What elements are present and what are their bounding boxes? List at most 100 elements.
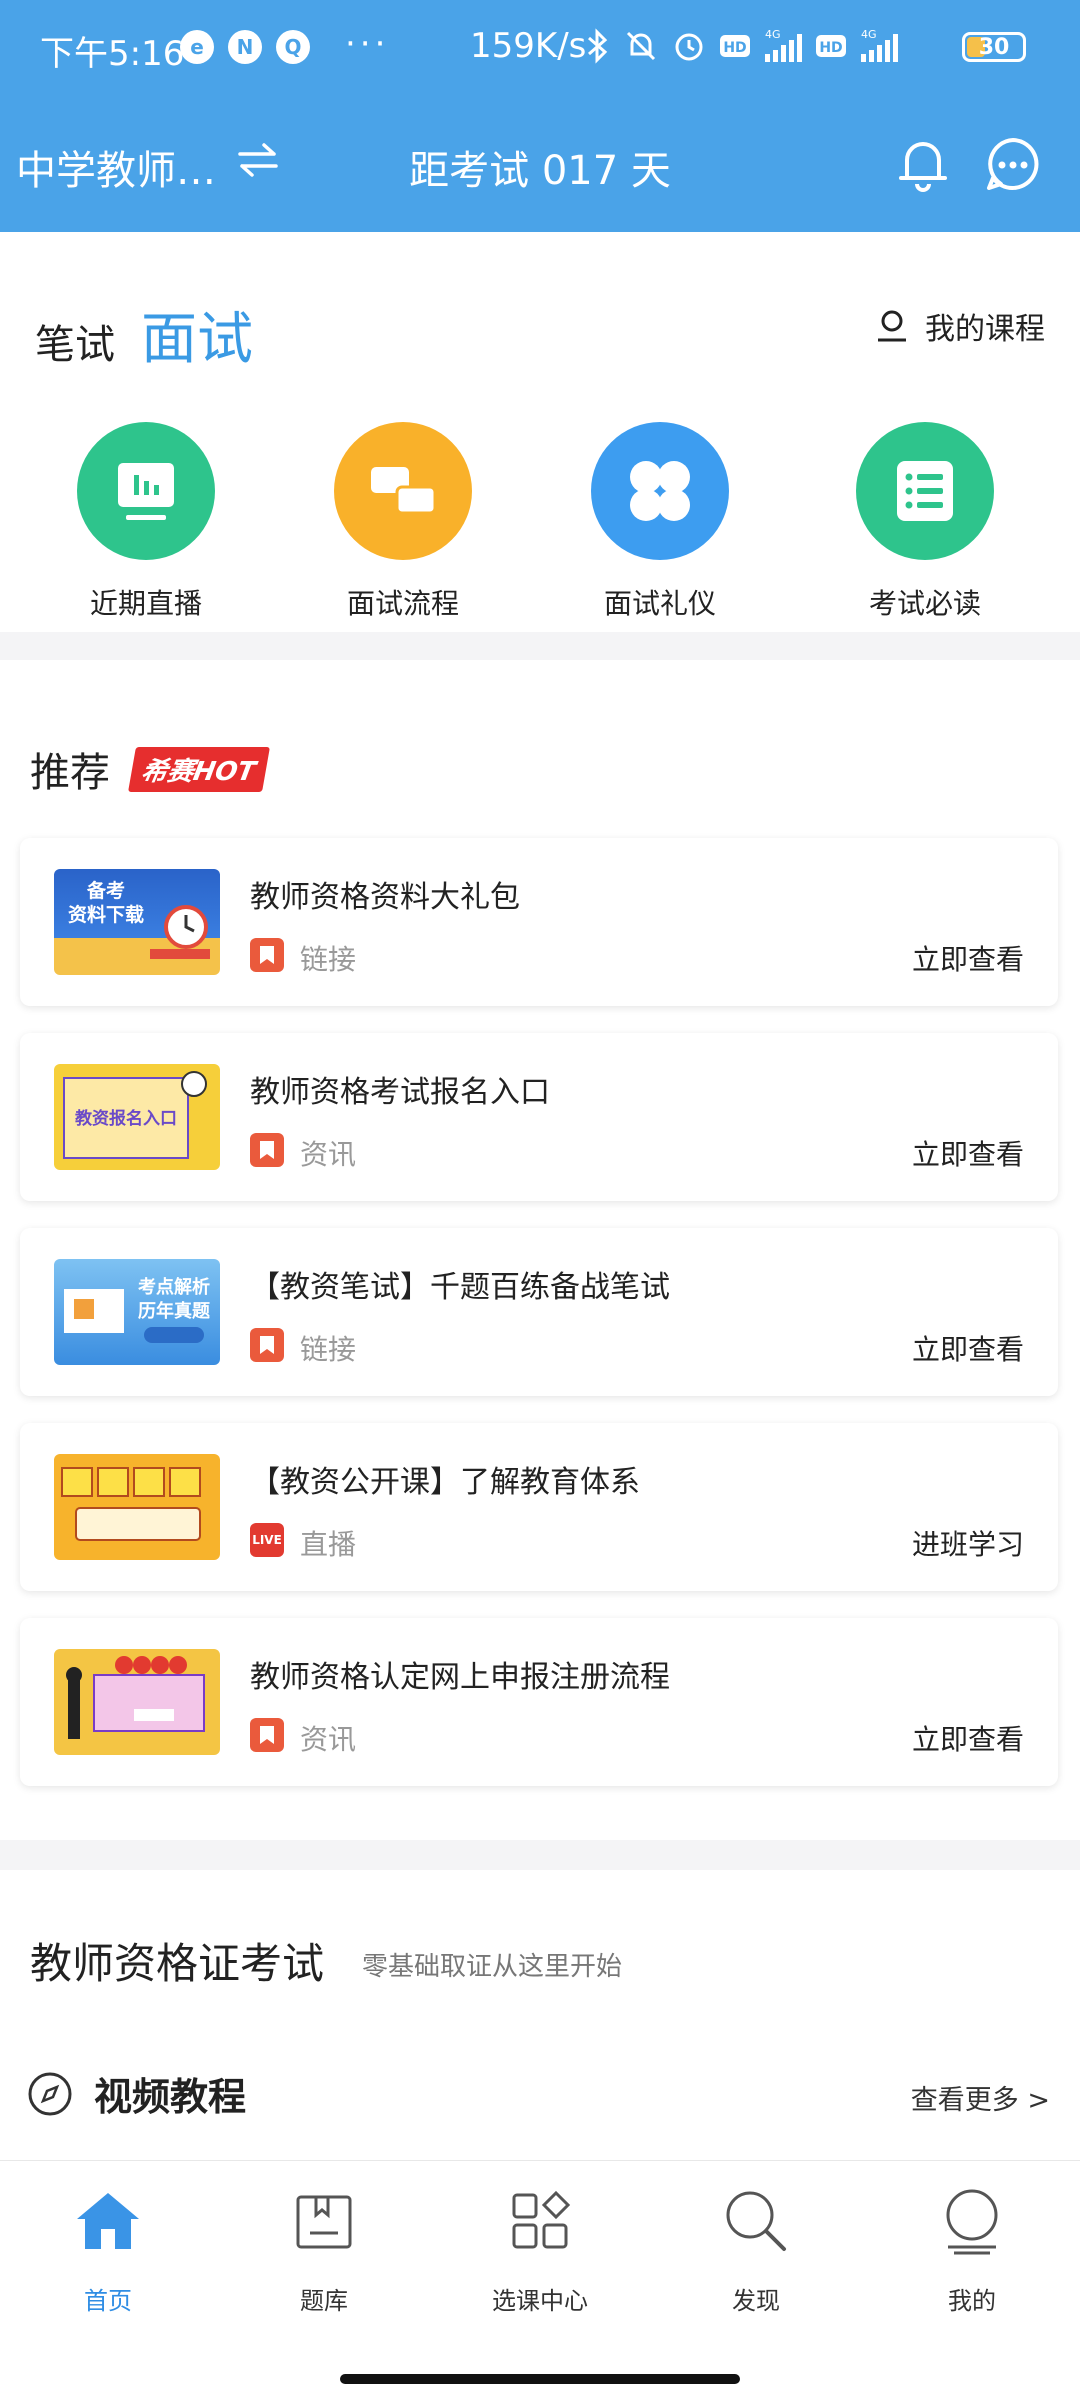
clover-icon bbox=[591, 422, 729, 560]
notification-bell-icon[interactable] bbox=[895, 134, 951, 194]
list-item[interactable]: 教资报名入口 教师资格考试报名入口 资讯 立即查看 bbox=[20, 1033, 1058, 1201]
quick-item-label: 面试礼仪 bbox=[603, 587, 716, 620]
view-now-link[interactable]: 立即查看 bbox=[912, 938, 1024, 978]
list-icon bbox=[856, 422, 994, 560]
svg-text:历年真题: 历年真题 bbox=[138, 1300, 211, 1322]
flow-icon bbox=[334, 422, 472, 560]
signal-icon: 4G bbox=[861, 28, 898, 62]
home-indicator[interactable] bbox=[340, 2374, 740, 2384]
video-tutorial-title: 视频教程 bbox=[94, 2075, 247, 2119]
my-course-button[interactable]: 我的课程 bbox=[875, 304, 1045, 348]
tab-profile[interactable]: 我的 bbox=[864, 2181, 1080, 2316]
quick-item-live[interactable]: 近期直播 bbox=[26, 422, 266, 622]
list-item[interactable]: 备考 资料下载 教师资格资料大礼包 链接 立即查看 bbox=[20, 838, 1058, 1006]
tab-interview[interactable]: 面试 bbox=[141, 294, 253, 375]
thumbnail: 教资报名入口 bbox=[54, 1064, 220, 1170]
bookmark-icon bbox=[250, 1133, 284, 1167]
item-tag: 资讯 bbox=[300, 1723, 357, 1756]
quick-item-label: 面试流程 bbox=[346, 587, 459, 620]
hd-icon: HD bbox=[720, 35, 750, 57]
live-badge-icon: LIVE bbox=[250, 1523, 284, 1557]
svg-text:HD: HD bbox=[723, 40, 746, 56]
view-now-link[interactable]: 立即查看 bbox=[912, 1133, 1024, 1173]
profile-icon bbox=[864, 2181, 1080, 2261]
tab-label: 选课中心 bbox=[492, 2287, 588, 2315]
section-title: 推荐 bbox=[30, 750, 110, 796]
recommend-header: 推荐 希赛HOT bbox=[30, 740, 270, 798]
view-now-link[interactable]: 立即查看 bbox=[912, 1328, 1024, 1368]
item-tag: 链接 bbox=[300, 1333, 357, 1366]
tab-label: 我的 bbox=[948, 2287, 996, 2315]
list-item[interactable]: 教师资格认定网上申报注册流程 资讯 立即查看 bbox=[20, 1618, 1058, 1786]
view-more-link[interactable]: 查看更多 > bbox=[911, 2078, 1050, 2117]
item-title: 教师资格资料大礼包 bbox=[250, 880, 520, 915]
mute-bell-icon bbox=[626, 31, 656, 61]
exam-mode-card: 笔试 面试 我的课程 近期直播 面试流程 面试礼仪 考试必读 bbox=[0, 232, 1080, 632]
tab-label: 首页 bbox=[84, 2287, 132, 2315]
svg-text:资料下载: 资料下载 bbox=[68, 903, 144, 926]
quick-item-etiquette[interactable]: 面试礼仪 bbox=[540, 422, 780, 622]
tab-label: 题库 bbox=[300, 2287, 348, 2315]
search-icon bbox=[648, 2181, 864, 2261]
item-title: 教师资格认定网上申报注册流程 bbox=[250, 1660, 670, 1695]
item-title: 【教资公开课】了解教育体系 bbox=[250, 1465, 640, 1500]
tab-discover[interactable]: 发现 bbox=[648, 2181, 864, 2316]
quick-item-label: 考试必读 bbox=[868, 587, 981, 620]
battery-level: 30 bbox=[978, 34, 1010, 60]
section-subtitle: 零基础取证从这里开始 bbox=[362, 1952, 623, 1982]
bluetooth-icon bbox=[588, 28, 608, 64]
quick-item-label: 近期直播 bbox=[89, 587, 202, 620]
svg-text:教资报名入口: 教资报名入口 bbox=[74, 1108, 177, 1129]
tab-course-center[interactable]: 选课中心 bbox=[432, 2181, 648, 2316]
tab-question-bank[interactable]: 题库 bbox=[216, 2181, 432, 2316]
user-icon bbox=[878, 310, 906, 342]
network-label: 4G bbox=[861, 28, 877, 41]
item-tag: 链接 bbox=[300, 943, 357, 976]
exam-type-selector[interactable]: 中学教师… bbox=[16, 138, 216, 196]
switch-icon[interactable] bbox=[236, 140, 280, 180]
thumbnail bbox=[54, 1454, 220, 1560]
live-monitor-icon bbox=[77, 422, 215, 560]
list-item[interactable]: 考点解析 历年真题 【教资笔试】千题百练备战笔试 链接 立即查看 bbox=[20, 1228, 1058, 1396]
status-icons: HD 4G HD 4G bbox=[585, 28, 899, 64]
item-tag: 直播 bbox=[300, 1528, 357, 1561]
quick-item-process[interactable]: 面试流程 bbox=[283, 422, 523, 622]
thumbnail bbox=[54, 1649, 220, 1755]
app-header: 距考试 017 天 中学教师… bbox=[0, 98, 1080, 232]
network-speed: 159K/s bbox=[470, 26, 587, 66]
bookmark-icon bbox=[250, 1328, 284, 1362]
exam-section: 教师资格证考试 零基础取证从这里开始 视频教程 查看更多 > bbox=[0, 1870, 1080, 2160]
book-icon bbox=[216, 2181, 432, 2261]
svg-text:备考: 备考 bbox=[86, 879, 125, 902]
bookmark-icon bbox=[250, 938, 284, 972]
item-tag: 资讯 bbox=[300, 1138, 357, 1171]
app-notification-icon: Q bbox=[276, 30, 310, 64]
app-notification-icon: N bbox=[228, 30, 262, 64]
exam-mode-tabs: 笔试 面试 bbox=[35, 294, 253, 375]
video-tutorial-header: 视频教程 bbox=[26, 2066, 246, 2121]
section-title: 教师资格证考试 bbox=[30, 1939, 325, 1988]
signal-icon: 4G bbox=[765, 28, 802, 62]
svg-text:HD: HD bbox=[819, 40, 842, 56]
quick-item-must-read[interactable]: 考试必读 bbox=[805, 422, 1045, 622]
item-title: 【教资笔试】千题百练备战笔试 bbox=[250, 1270, 670, 1305]
app-notification-icon: e bbox=[180, 30, 214, 64]
hot-badge: 希赛HOT bbox=[128, 746, 270, 792]
grid-icon bbox=[432, 2181, 648, 2261]
network-label: 4G bbox=[765, 28, 781, 41]
tab-home[interactable]: 首页 bbox=[0, 2181, 216, 2316]
thumbnail: 备考 资料下载 bbox=[54, 869, 220, 975]
view-now-link[interactable]: 立即查看 bbox=[912, 1718, 1024, 1758]
bookmark-icon bbox=[250, 1718, 284, 1752]
home-icon bbox=[0, 2181, 216, 2261]
svg-text:考点解析: 考点解析 bbox=[138, 1276, 210, 1298]
join-class-link[interactable]: 进班学习 bbox=[912, 1523, 1024, 1563]
list-item[interactable]: 【教资公开课】了解教育体系 LIVE 直播 进班学习 bbox=[20, 1423, 1058, 1591]
message-icon[interactable] bbox=[983, 134, 1043, 194]
tab-written[interactable]: 笔试 bbox=[35, 312, 115, 370]
tab-label: 发现 bbox=[732, 2287, 780, 2315]
status-app-icons: e N Q bbox=[180, 30, 310, 64]
hd-icon: HD bbox=[816, 35, 846, 57]
alarm-icon bbox=[675, 33, 703, 61]
more-notifications-icon: ··· bbox=[345, 24, 390, 64]
